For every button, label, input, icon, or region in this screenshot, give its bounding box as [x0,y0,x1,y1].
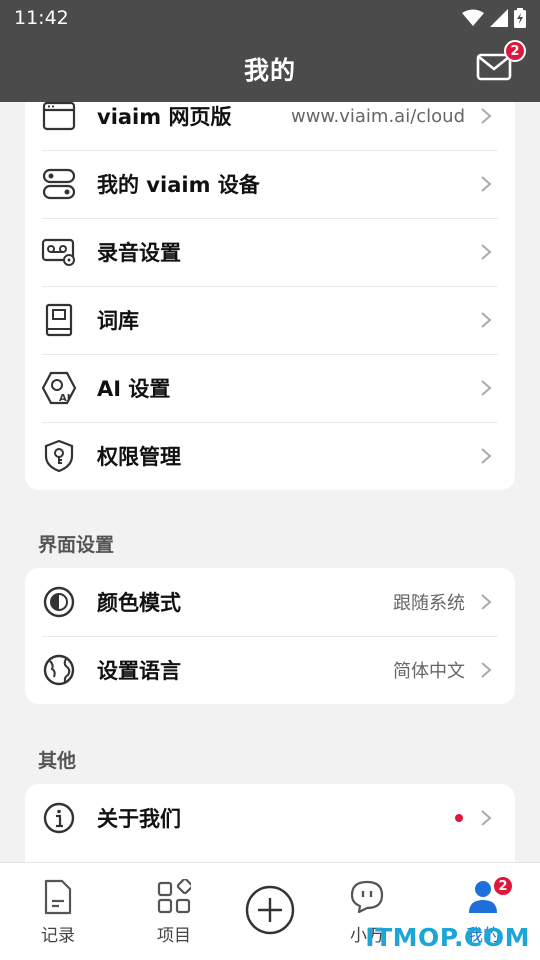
add-record-button[interactable] [245,885,295,935]
svg-text:AI: AI [59,393,70,404]
plus-circle-icon [245,885,295,935]
chevron-right-icon [481,380,492,396]
info-icon [41,800,77,836]
row-color-mode[interactable]: 颜色模式 跟随系统 [25,568,515,636]
document-icon [44,879,72,915]
row-vocabulary[interactable]: 词库 [25,286,515,354]
unread-dot [455,814,463,822]
status-icons [462,8,526,28]
row-label: AI 设置 [97,377,171,401]
section-title-ui: 界面设置 [38,534,115,556]
globe-icon [41,652,77,688]
row-web-version[interactable]: viaim 网页版 www.viaim.ai/cloud [25,102,515,150]
tab-projects[interactable]: 项目 [129,879,219,946]
shield-key-icon [41,438,77,474]
messages-badge: 2 [504,40,526,62]
row-label: 设置语言 [97,659,181,683]
device-toggle-icon [41,166,77,202]
chevron-right-icon [481,448,492,464]
row-about-us[interactable]: 关于我们 [25,784,515,852]
chevron-right-icon [481,810,492,826]
row-label: 权限管理 [97,445,181,469]
row-recording-settings[interactable]: 录音设置 [25,218,515,286]
row-value: 跟随系统 [393,593,465,614]
row-label: 词库 [97,309,139,333]
tab-records[interactable]: 记录 [13,879,103,946]
row-label: viaim 网页版 [97,105,232,129]
status-bar: 11:42 [0,0,540,36]
apps-grid-icon [157,879,191,914]
app-header: 我的 2 [0,36,540,102]
row-label: 录音设置 [97,241,181,265]
chevron-right-icon [481,312,492,328]
row-value: 简体中文 [393,661,465,682]
book-icon [41,302,77,338]
wifi-icon [462,9,484,26]
tab-badge: 2 [492,875,514,897]
chevron-right-icon [481,108,492,124]
contrast-icon [41,584,77,620]
tab-label: 记录 [41,926,75,946]
tab-label: 项目 [157,926,191,946]
row-label: 我的 viaim 设备 [97,173,260,197]
browser-window-icon [41,102,77,134]
chevron-right-icon [481,244,492,260]
row-my-devices[interactable]: 我的 viaim 设备 [25,150,515,218]
chat-bubble-icon [350,880,384,914]
battery-icon [514,8,526,28]
messages-button[interactable]: 2 [476,40,526,82]
chevron-right-icon [481,594,492,610]
page-title: 我的 [243,56,296,85]
recorder-settings-icon [41,234,77,270]
row-value: www.viaim.ai/cloud [290,105,465,127]
row-label: 关于我们 [97,807,181,831]
settings-card-ui: 颜色模式 跟随系统 设置语言 简体中文 [25,568,515,704]
row-language[interactable]: 设置语言 简体中文 [25,636,515,704]
row-label: 颜色模式 [97,591,181,615]
chevron-right-icon [481,662,492,678]
settings-card-other: 关于我们 [25,784,515,862]
settings-card-main: viaim 网页版 www.viaim.ai/cloud 我的 viaim 设备… [25,102,515,490]
row-ai-settings[interactable]: AI AI 设置 [25,354,515,422]
chevron-right-icon [481,176,492,192]
signal-icon [490,9,508,27]
status-time: 11:42 [14,7,69,29]
watermark: ITMOP.COM [365,923,530,952]
ai-hexagon-icon: AI [41,370,77,406]
bottom-tab-bar: 记录 项目 小万 我的 2 ITMOP.COM [0,862,540,960]
settings-content[interactable]: viaim 网页版 www.viaim.ai/cloud 我的 viaim 设备… [0,102,540,862]
row-permissions[interactable]: 权限管理 [25,422,515,490]
section-title-other: 其他 [38,750,77,772]
